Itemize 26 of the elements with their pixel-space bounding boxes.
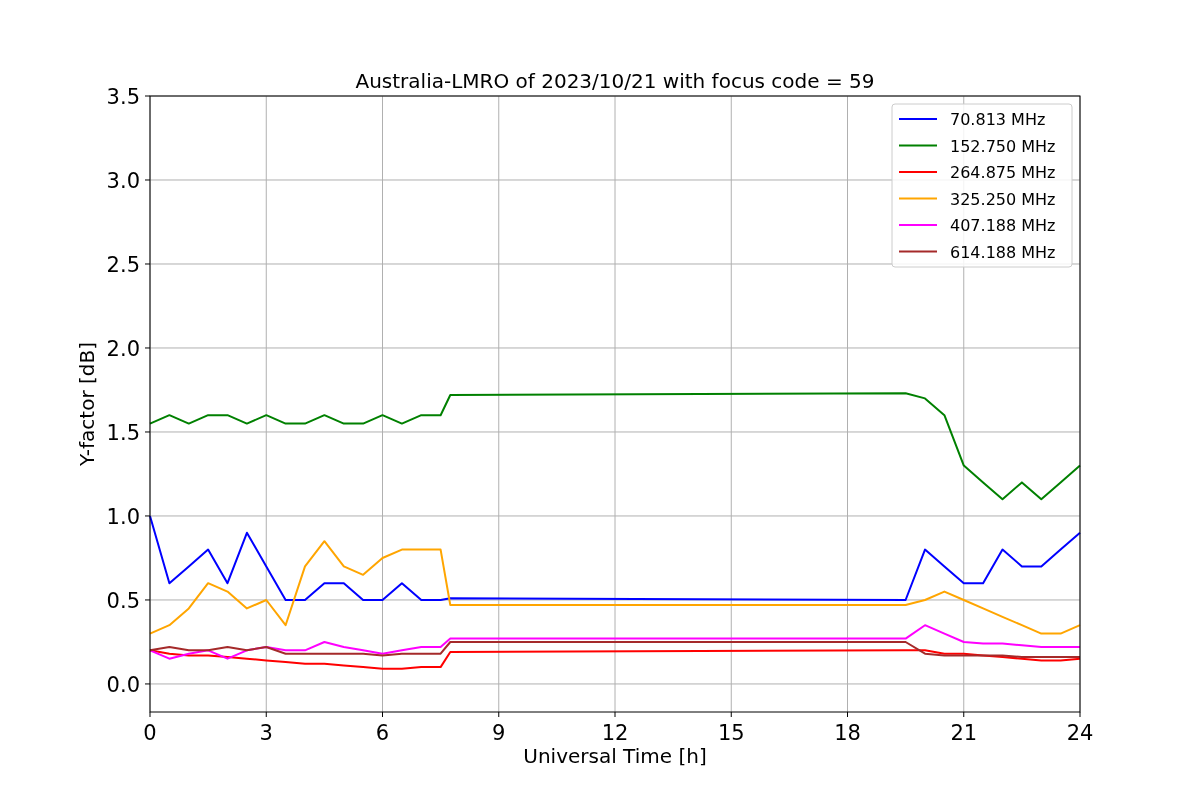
y-tick-label: 2.5 — [106, 253, 140, 277]
y-tick-label: 2.0 — [106, 337, 140, 361]
y-tick-label: 3.5 — [106, 85, 140, 109]
x-axis-label: Universal Time [h] — [523, 744, 707, 768]
x-tick-label: 0 — [143, 721, 157, 745]
y-axis-label: Y-factor [dB] — [75, 342, 99, 466]
y-tick-label: 1.0 — [106, 504, 140, 529]
legend-label: 264.875 MHz — [950, 163, 1056, 182]
legend-label: 325.250 MHz — [950, 189, 1056, 209]
chart-title: Australia-LMRO of 2023/10/21 with focus code = 59 — [355, 69, 875, 93]
x-tick-label: 6 — [375, 721, 390, 745]
x-tick-label: 24 — [1066, 721, 1094, 745]
y-tick-label: 1.5 — [106, 420, 140, 445]
x-tick-label: 12 — [601, 721, 629, 745]
legend-label: 614.188 MHz — [950, 242, 1056, 262]
legend-label: 407.188 MHz — [950, 216, 1056, 235]
y-tick-label: 3.0 — [106, 169, 140, 193]
x-tick-label: 15 — [717, 721, 745, 745]
y-tick-label: 0.5 — [106, 588, 140, 613]
x-tick-label: 3 — [259, 721, 273, 745]
legend-label: 152.750 MHz — [950, 136, 1056, 156]
y-tick-label: 0.0 — [106, 672, 140, 697]
legend-label: 70.813 MHz — [950, 110, 1046, 129]
x-tick-label: 18 — [834, 721, 861, 745]
x-tick-label: 9 — [492, 721, 506, 745]
x-tick-label: 21 — [950, 721, 978, 745]
